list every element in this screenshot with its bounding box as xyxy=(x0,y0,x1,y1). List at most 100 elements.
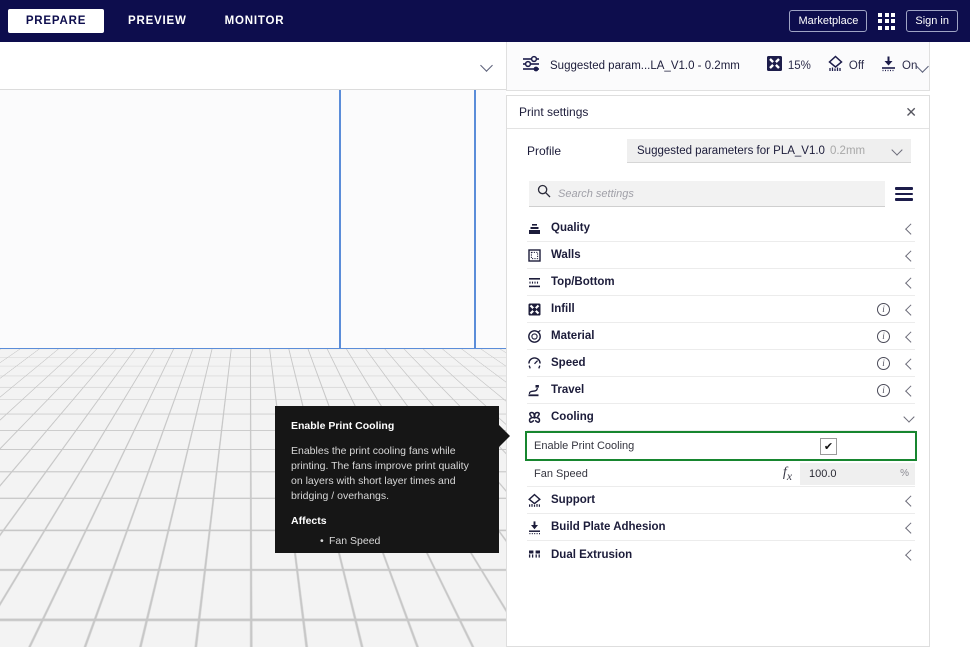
speed-icon xyxy=(527,356,542,371)
settings-category-travel[interactable]: Travel i xyxy=(527,377,915,404)
settings-category-material[interactable]: Material i xyxy=(527,323,915,350)
chevron-left-icon[interactable] xyxy=(904,522,915,533)
settings-category-label: Material xyxy=(551,330,595,342)
settings-category-support[interactable]: Support xyxy=(527,487,915,514)
chevron-left-icon[interactable] xyxy=(904,277,915,288)
settings-category-label: Cooling xyxy=(551,411,594,423)
info-icon[interactable]: i xyxy=(877,329,890,343)
settings-category-label: Infill xyxy=(551,303,575,315)
setting-enable-print-cooling[interactable]: Enable Print Cooling ✔ xyxy=(525,431,917,461)
setting-value: 100.0 xyxy=(809,467,837,480)
fan-speed-input[interactable]: 100.0 % xyxy=(800,462,915,485)
marketplace-button[interactable]: Marketplace xyxy=(789,10,868,32)
build-volume-scene[interactable] xyxy=(0,42,506,647)
profile-variant: 0.2mm xyxy=(829,144,866,157)
print-settings-summary-bar[interactable]: Suggested param...LA_V1.0 - 0.2mm 15% Of… xyxy=(506,42,930,91)
search-input[interactable]: Search settings xyxy=(558,188,634,200)
settings-category-dual-extrusion[interactable]: Dual Extrusion xyxy=(527,541,915,568)
summary-support-value: Off xyxy=(848,60,865,72)
settings-category-cooling[interactable]: Cooling xyxy=(527,404,915,431)
info-icon[interactable]: i xyxy=(877,383,890,397)
settings-category-label: Travel xyxy=(551,384,585,396)
settings-category-list: Quality Walls Top/Bottom Infill i Materi… xyxy=(507,215,929,568)
close-icon[interactable]: ✕ xyxy=(905,105,917,119)
profile-row: Profile Suggested parameters for PLA_V1.… xyxy=(507,129,929,173)
support-icon xyxy=(827,55,844,77)
infill-icon xyxy=(766,55,783,77)
chevron-left-icon[interactable] xyxy=(904,385,915,396)
quality-icon xyxy=(527,221,542,236)
setting-label: Fan Speed xyxy=(534,467,588,480)
cura-application-window: PREPARE PREVIEW MONITOR Marketplace Sign… xyxy=(0,0,970,647)
settings-category-label: Dual Extrusion xyxy=(551,548,633,561)
infill-icon xyxy=(527,302,542,317)
info-icon[interactable]: i xyxy=(877,302,890,316)
travel-icon xyxy=(527,383,542,398)
dual-extrusion-icon xyxy=(527,547,542,562)
top-bottom-icon xyxy=(527,275,542,290)
settings-category-label: Speed xyxy=(551,357,586,369)
tooltip-title: Enable Print Cooling xyxy=(291,420,395,432)
chevron-left-icon[interactable] xyxy=(904,331,915,342)
settings-category-quality[interactable]: Quality xyxy=(527,215,915,242)
model-viewport[interactable] xyxy=(0,42,506,647)
info-icon[interactable]: i xyxy=(877,356,890,370)
settings-category-build-plate-adhesion[interactable]: Build Plate Adhesion xyxy=(527,514,915,541)
walls-icon xyxy=(527,248,542,263)
search-box[interactable]: Search settings xyxy=(529,181,885,207)
cooling-fan-icon xyxy=(527,410,542,425)
stage-tab-monitor[interactable]: MONITOR xyxy=(211,9,299,33)
print-settings-panel: Print settings ✕ Profile Suggested param… xyxy=(506,95,930,647)
stage-tab-prepare[interactable]: PREPARE xyxy=(8,9,104,33)
settings-category-infill[interactable]: Infill i xyxy=(527,296,915,323)
chevron-down-icon[interactable] xyxy=(904,412,915,423)
setting-label: Enable Print Cooling xyxy=(534,440,635,452)
top-bar-actions: Marketplace Sign in xyxy=(789,10,970,32)
summary-support[interactable]: Off xyxy=(827,55,864,77)
material-icon xyxy=(527,329,542,344)
list-item: Fan Speed xyxy=(320,535,483,547)
chevron-left-icon[interactable] xyxy=(904,358,915,369)
setting-unit: % xyxy=(900,468,909,479)
chevron-left-icon[interactable] xyxy=(904,549,915,560)
setting-fan-speed[interactable]: Fan Speed fx 100.0 % xyxy=(527,461,915,487)
settings-category-label: Walls xyxy=(551,249,581,261)
summary-profile-text: Suggested param...LA_V1.0 - 0.2mm xyxy=(550,60,740,72)
settings-category-walls[interactable]: Walls xyxy=(527,242,915,269)
tooltip-description: Enables the print cooling fans while pri… xyxy=(291,445,469,502)
settings-category-speed[interactable]: Speed i xyxy=(527,350,915,377)
search-row: Search settings xyxy=(507,173,929,215)
search-icon xyxy=(537,184,551,203)
settings-category-label: Build Plate Adhesion xyxy=(551,521,666,533)
settings-visibility-icon[interactable] xyxy=(895,187,913,201)
chevron-left-icon[interactable] xyxy=(904,223,915,234)
chevron-down-icon[interactable] xyxy=(481,59,494,72)
summary-infill-value: 15% xyxy=(787,60,811,72)
tooltip-affects-list: Fan Speed xyxy=(291,535,483,547)
chevron-down-icon[interactable] xyxy=(892,145,903,156)
support-icon xyxy=(527,493,542,508)
tooltip-pointer xyxy=(499,425,510,447)
page-title: Print settings xyxy=(519,105,589,119)
chevron-left-icon[interactable] xyxy=(904,304,915,315)
summary-adhesion[interactable]: On xyxy=(880,55,917,77)
sliders-icon xyxy=(521,55,541,78)
enable-print-cooling-checkbox[interactable]: ✔ xyxy=(820,437,837,455)
summary-infill[interactable]: 15% xyxy=(766,55,811,77)
sign-in-button[interactable]: Sign in xyxy=(906,10,958,32)
stage-tab-preview[interactable]: PREVIEW xyxy=(114,9,201,33)
chevron-left-icon[interactable] xyxy=(904,495,915,506)
chevron-left-icon[interactable] xyxy=(904,250,915,261)
summary-expand-chevron-down-icon[interactable] xyxy=(917,60,919,73)
settings-category-label: Support xyxy=(551,494,596,506)
formula-fx-icon[interactable]: fx xyxy=(783,465,792,483)
build-plate-adhesion-icon xyxy=(527,520,542,535)
settings-category-label: Quality xyxy=(551,222,590,234)
settings-category-top-bottom[interactable]: Top/Bottom xyxy=(527,269,915,296)
apps-grid-icon[interactable] xyxy=(877,12,896,31)
tooltip-affects-label: Affects xyxy=(291,514,327,527)
build-plate-adhesion-icon xyxy=(880,55,897,77)
panel-header: Print settings ✕ xyxy=(507,96,929,129)
profile-select[interactable]: Suggested parameters for PLA_V1.0 0.2mm xyxy=(627,139,911,163)
profile-label: Profile xyxy=(527,144,562,158)
